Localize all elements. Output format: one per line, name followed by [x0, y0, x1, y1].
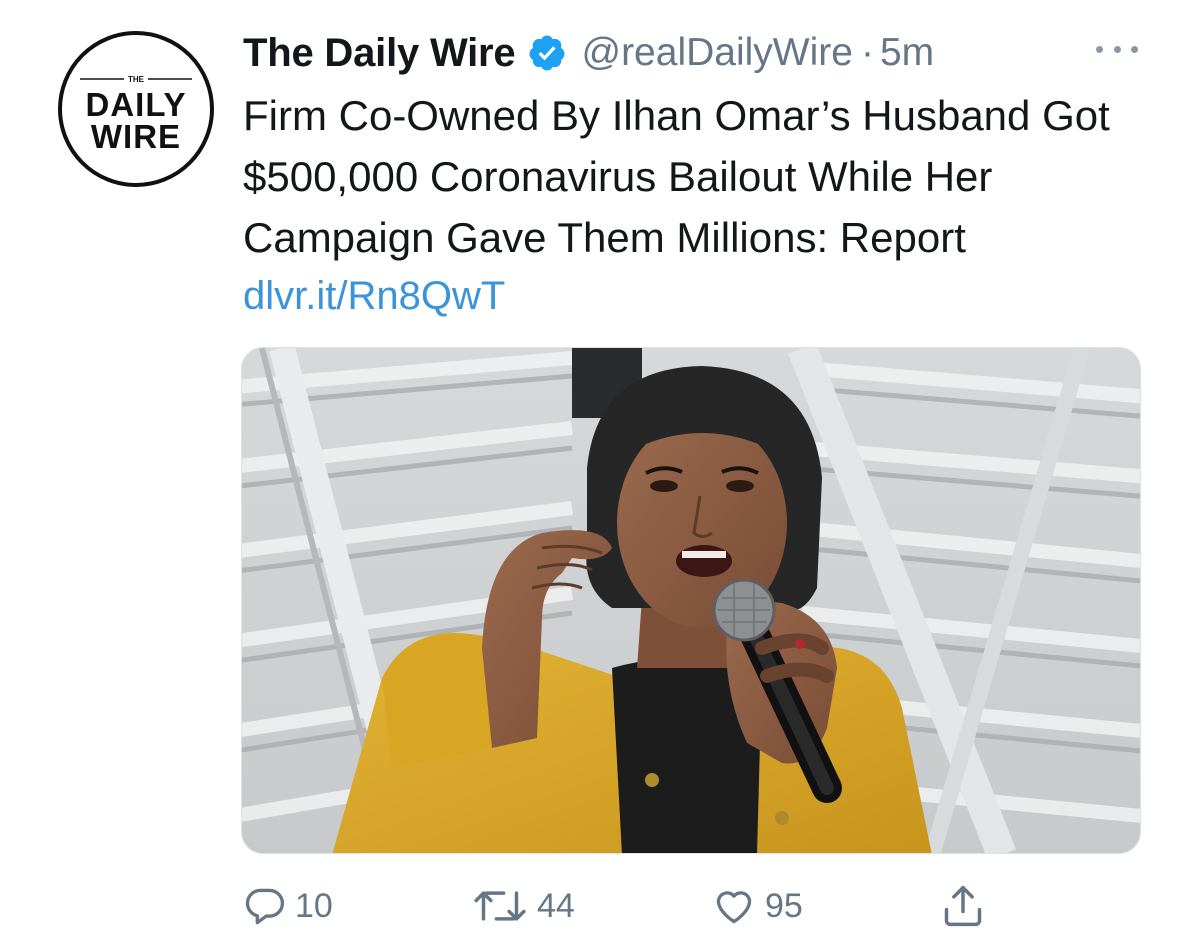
more-options-icon[interactable]	[1096, 34, 1138, 64]
heart-icon	[716, 891, 752, 924]
share-button[interactable]	[941, 876, 985, 936]
author-avatar[interactable]: THE DAILY WIRE	[58, 31, 214, 187]
like-count: 95	[765, 886, 803, 925]
reply-count: 10	[295, 886, 333, 925]
reply-button[interactable]: 10	[243, 876, 333, 936]
retweet-icon	[474, 891, 526, 921]
tweet-actions-bar: 10 44 95	[241, 876, 1141, 936]
author-display-name[interactable]: The Daily Wire	[243, 31, 516, 76]
logo-the-text: THE	[128, 75, 145, 84]
tweet-timestamp[interactable]: 5m	[880, 31, 934, 75]
header-separator: ·	[860, 31, 874, 74]
verified-badge-icon	[527, 33, 567, 73]
tweet-header: The Daily Wire @realDailyWire · 5m	[243, 24, 1143, 82]
retweet-count: 44	[537, 886, 575, 925]
reply-icon	[245, 888, 285, 925]
like-button[interactable]: 95	[711, 876, 803, 936]
logo-wire-text: WIRE	[91, 118, 181, 155]
retweet-button[interactable]: 44	[471, 876, 575, 936]
daily-wire-logo: THE DAILY WIRE	[80, 75, 192, 155]
photo-woman-speaking-into-microphone	[242, 348, 1140, 853]
tweet-text: Firm Co-Owned By Ilhan Omar’s Husband Go…	[243, 92, 1110, 261]
tweet-media-image[interactable]	[241, 347, 1141, 854]
share-icon	[944, 885, 982, 927]
tweet-link[interactable]: dlvr.it/Rn8QwT	[243, 268, 505, 324]
author-handle[interactable]: @realDailyWire	[581, 31, 852, 75]
